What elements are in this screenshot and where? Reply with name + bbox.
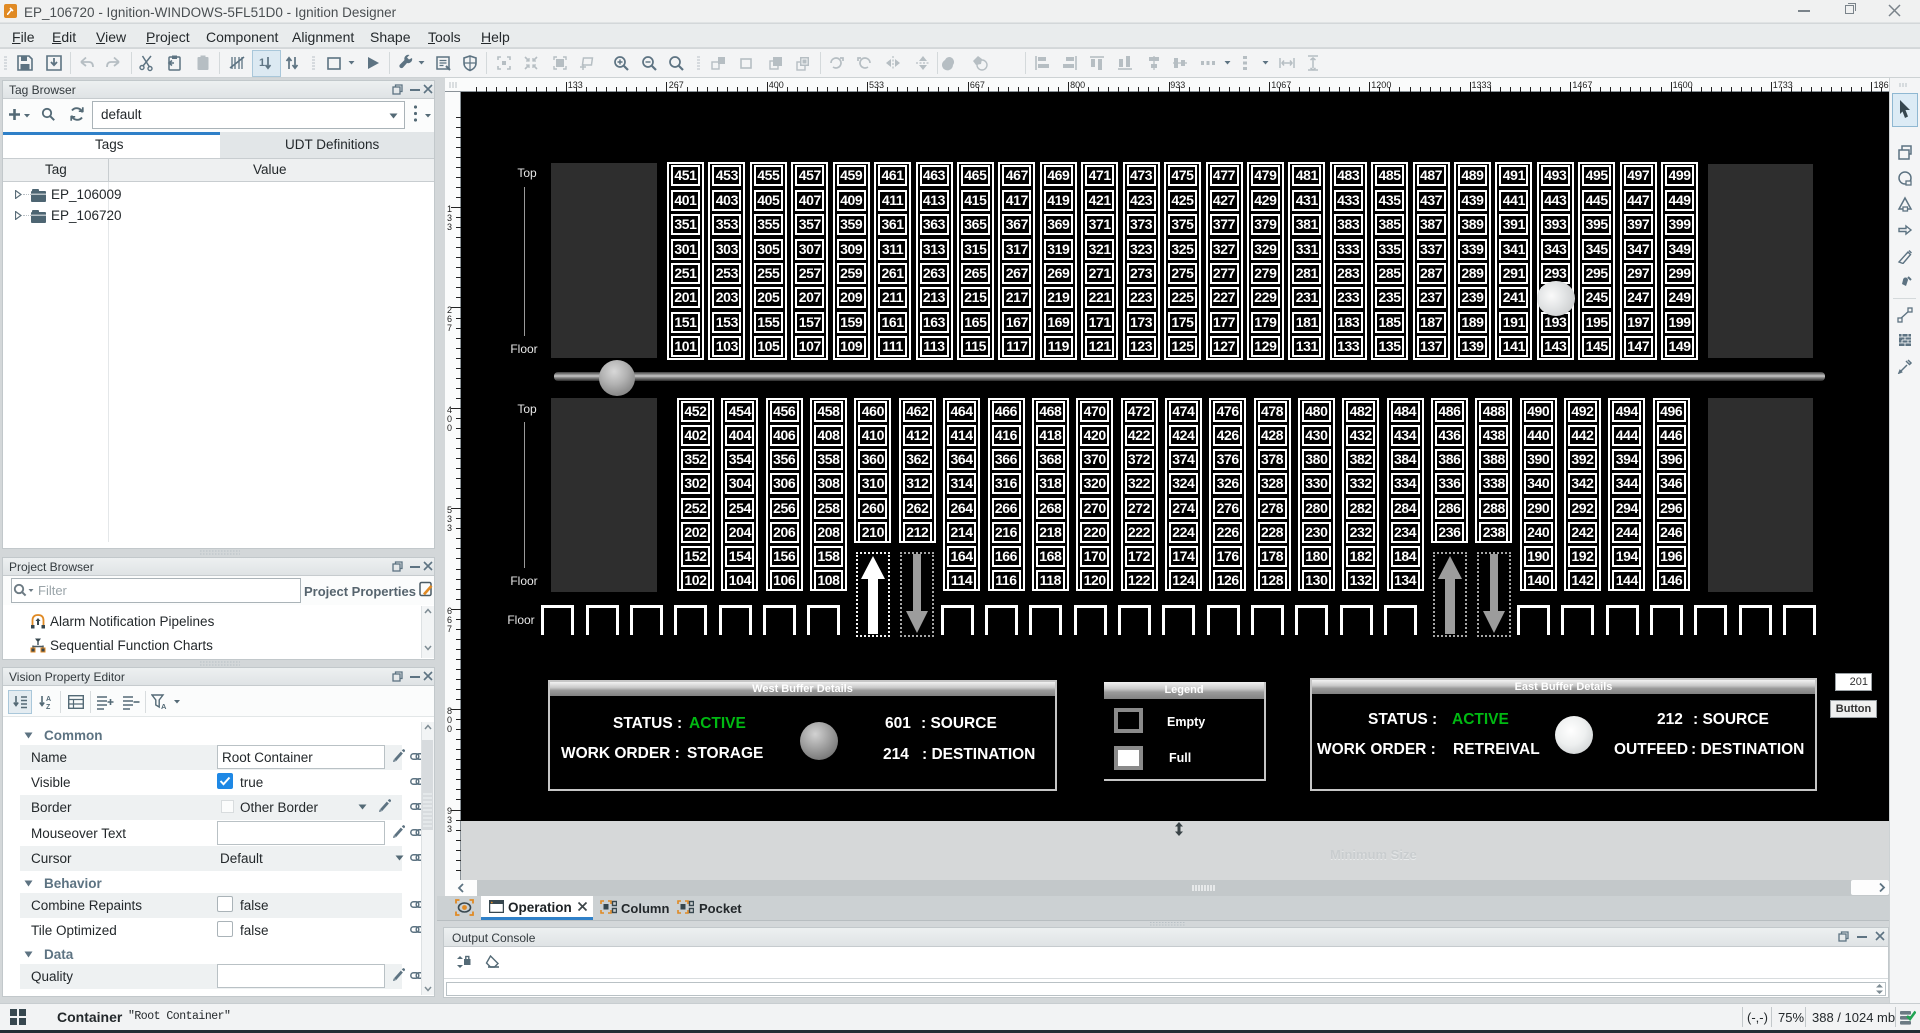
svg-text:Z: Z <box>46 704 51 710</box>
svg-text:A: A <box>46 696 51 703</box>
svg-text:A: A <box>161 702 167 710</box>
svg-text:1: 1 <box>259 57 265 69</box>
